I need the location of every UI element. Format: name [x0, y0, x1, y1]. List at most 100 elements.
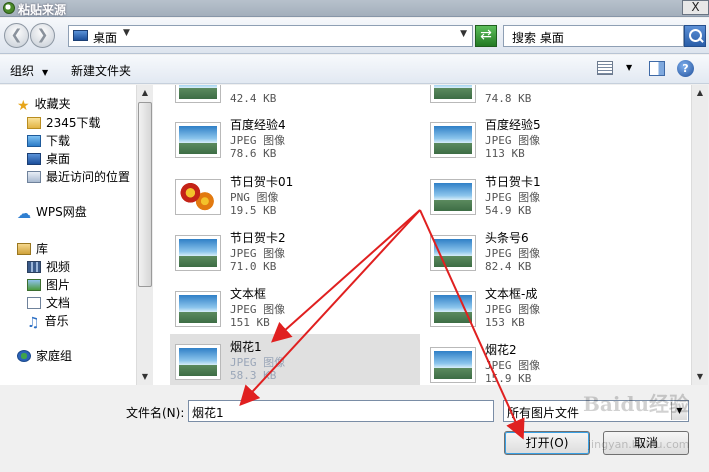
breadcrumb-arrow-icon[interactable]: ▼	[123, 28, 130, 38]
sidebar-item-libraries[interactable]: 库	[17, 240, 48, 257]
sidebar-item-pictures[interactable]: 图片	[27, 276, 70, 293]
sidebar-item-2345-downloads[interactable]: 2345下载	[27, 114, 101, 131]
file-name: 文本框-成	[485, 287, 538, 301]
file-list-scrollbar[interactable]: ▲ ▼	[691, 85, 708, 385]
file-size: 151 KB	[230, 316, 270, 329]
file-list: 42.4 KB 74.8 KB 百度经验4 JPEG 图像 78.6 KB 百度…	[153, 85, 691, 385]
image-thumbnail-icon	[430, 122, 476, 158]
file-size: 42.4 KB	[230, 92, 277, 105]
file-item[interactable]: 烟花2 JPEG 图像 15.9 KB	[408, 337, 653, 385]
forward-button[interactable]: ❯	[30, 23, 55, 48]
file-type: JPEG 图像	[485, 134, 541, 147]
image-thumbnail-icon	[175, 85, 221, 103]
filename-label: 文件名(N):	[126, 406, 185, 420]
file-name: 文本框	[230, 287, 267, 301]
file-name: 百度经验4	[230, 118, 286, 132]
app-icon	[3, 2, 15, 14]
file-item[interactable]: 74.8 KB	[408, 85, 653, 113]
library-icon	[17, 243, 31, 255]
file-size: 58.3 KB	[230, 369, 277, 382]
sidebar-item-label: 库	[36, 242, 49, 256]
file-item[interactable]: 文本框 JPEG 图像 151 KB	[153, 281, 398, 337]
file-name: 烟花2	[485, 343, 517, 357]
scroll-down-icon[interactable]: ▼	[137, 369, 153, 385]
view-dropdown-icon[interactable]: ▼	[626, 63, 632, 72]
file-item-selected[interactable]: 烟花1 JPEG 图像 58.3 KB	[170, 334, 420, 385]
flower-thumbnail-icon	[175, 179, 221, 215]
view-mode-icon[interactable]	[597, 61, 613, 75]
sidebar-item-homegroup[interactable]: 家庭组	[17, 347, 72, 364]
sidebar-item-videos[interactable]: 视频	[27, 258, 70, 275]
sidebar-item-label: 下载	[46, 134, 71, 148]
scroll-up-icon[interactable]: ▲	[137, 85, 153, 101]
sidebar-item-music[interactable]: ♫ 音乐	[27, 312, 69, 331]
search-input[interactable]: 搜索 桌面	[503, 25, 684, 47]
file-item[interactable]: 节日贺卡1 JPEG 图像 54.9 KB	[408, 169, 653, 225]
file-item[interactable]: 节日贺卡01 PNG 图像 19.5 KB	[153, 169, 398, 225]
sidebar-item-label: 家庭组	[36, 349, 73, 363]
cloud-icon: ☁	[17, 206, 31, 222]
address-dropdown-icon[interactable]: ▼	[460, 29, 467, 39]
file-type: JPEG 图像	[485, 303, 541, 316]
star-icon: ★	[17, 98, 30, 114]
file-size: 153 KB	[485, 316, 525, 329]
file-name: 百度经验5	[485, 118, 541, 132]
file-type: JPEG 图像	[485, 191, 541, 204]
address-bar[interactable]: 桌面 ▼ ▼	[68, 25, 473, 47]
sidebar-item-label: 2345下载	[46, 116, 101, 130]
file-name: 头条号6	[485, 231, 529, 245]
close-button[interactable]: X	[682, 0, 709, 15]
chevron-down-icon: ▼	[42, 68, 49, 77]
file-item[interactable]: 文本框-成 JPEG 图像 153 KB	[408, 281, 653, 337]
sidebar-item-label: WPS网盘	[36, 205, 87, 219]
image-thumbnail-icon	[430, 235, 476, 271]
file-size: 71.0 KB	[230, 260, 277, 273]
file-type: JPEG 图像	[230, 356, 286, 369]
file-type: JPEG 图像	[230, 247, 286, 260]
music-icon: ♫	[27, 315, 40, 331]
file-item[interactable]: 百度经验5 JPEG 图像 113 KB	[408, 112, 653, 168]
file-type-filter-value: 所有图片文件	[507, 406, 580, 420]
scrollbar-thumb[interactable]	[138, 102, 152, 287]
file-type: JPEG 图像	[485, 247, 541, 260]
file-size: 78.6 KB	[230, 147, 277, 160]
sidebar-item-downloads[interactable]: 下载	[27, 132, 70, 149]
file-item[interactable]: 节日贺卡2 JPEG 图像 71.0 KB	[153, 225, 398, 281]
sidebar-item-documents[interactable]: 文档	[27, 294, 70, 311]
scroll-down-icon[interactable]: ▼	[692, 369, 708, 385]
image-thumbnail-icon	[175, 291, 221, 327]
sidebar-item-label: 图片	[46, 278, 71, 292]
sidebar-item-desktop[interactable]: 桌面	[27, 150, 70, 167]
picture-icon	[27, 279, 41, 291]
image-thumbnail-icon	[430, 291, 476, 327]
sidebar-item-wps-cloud[interactable]: ☁ WPS网盘	[17, 203, 87, 222]
new-folder-button[interactable]: 新建文件夹	[71, 62, 131, 79]
file-item[interactable]: 头条号6 JPEG 图像 82.4 KB	[408, 225, 653, 281]
sidebar-item-recent-places[interactable]: 最近访问的位置	[27, 168, 130, 185]
file-item[interactable]: 42.4 KB	[153, 85, 398, 113]
file-type: JPEG 图像	[485, 359, 541, 372]
file-size: 74.8 KB	[485, 92, 532, 105]
back-button[interactable]: ❮	[4, 23, 29, 48]
organize-label: 组织	[10, 64, 35, 78]
preview-pane-icon[interactable]	[649, 61, 665, 76]
organize-menu[interactable]: 组织 ▼	[10, 62, 48, 79]
image-thumbnail-icon	[175, 344, 221, 380]
file-item[interactable]: 百度经验4 JPEG 图像 78.6 KB	[153, 112, 398, 168]
search-icon[interactable]	[684, 25, 706, 47]
scroll-up-icon[interactable]: ▲	[692, 85, 708, 101]
image-thumbnail-icon	[430, 179, 476, 215]
sidebar-scrollbar[interactable]: ▲ ▼	[136, 85, 153, 385]
address-text: 桌面	[93, 31, 118, 45]
help-icon[interactable]: ?	[677, 60, 694, 77]
navigation-pane: ★ 收藏夹 2345下载 下载 桌面 最近访问的位置 ☁ WPS网盘 库 视频 图片…	[0, 85, 152, 385]
open-button[interactable]: 打开(O)	[504, 431, 590, 455]
refresh-button[interactable]: ⇄	[475, 25, 497, 47]
file-size: 19.5 KB	[230, 204, 277, 217]
file-name: 节日贺卡1	[485, 175, 541, 189]
filename-input[interactable]: 烟花1	[188, 400, 494, 422]
sidebar-item-label: 视频	[46, 260, 71, 274]
sidebar-item-label: 音乐	[44, 314, 69, 328]
sidebar-item-favorites[interactable]: ★ 收藏夹	[17, 95, 71, 114]
file-name: 节日贺卡2	[230, 231, 286, 245]
